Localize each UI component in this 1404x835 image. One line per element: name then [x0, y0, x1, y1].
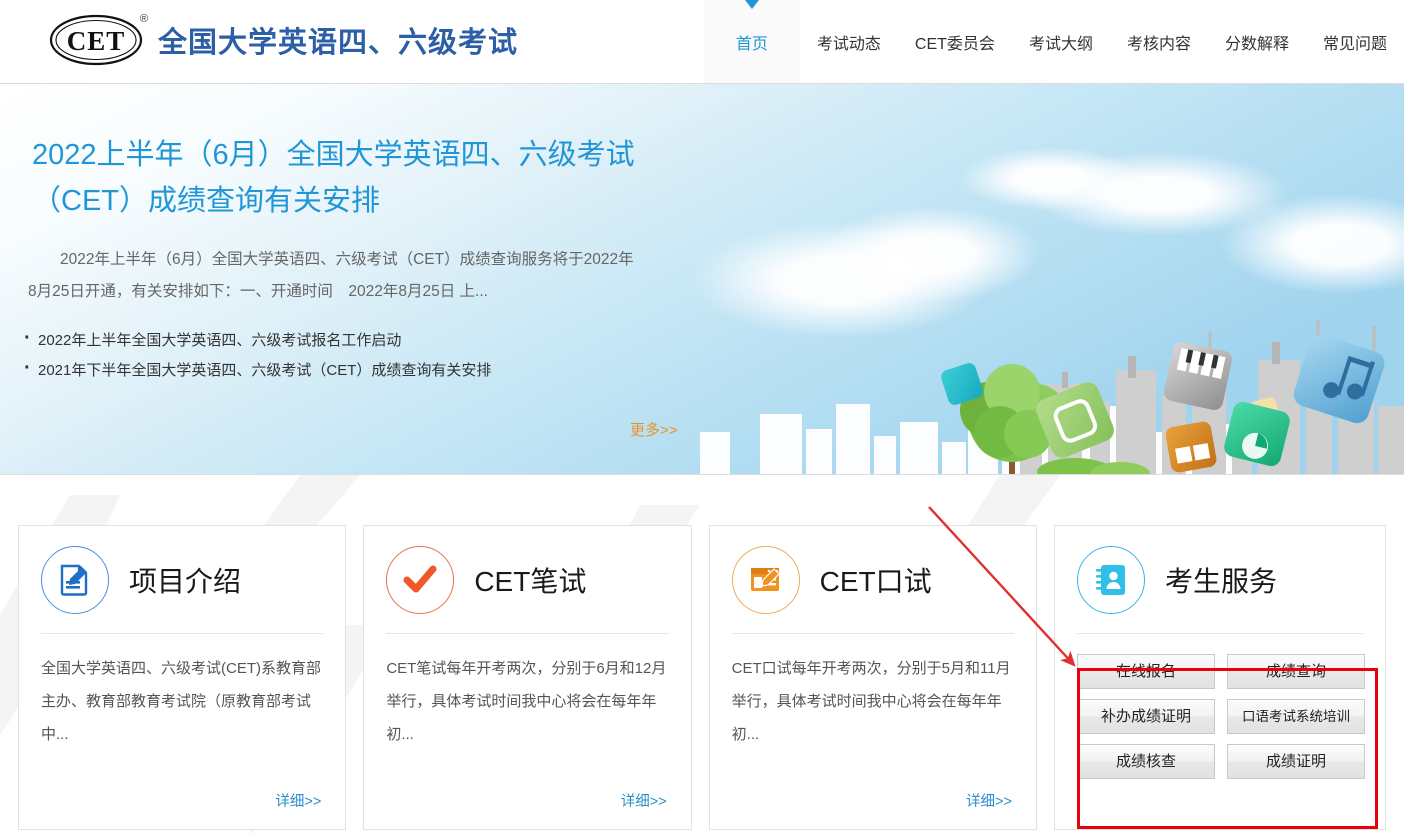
registered-trademark-icon: ® — [140, 13, 148, 25]
card-title: 考生服务 — [1165, 560, 1277, 600]
cet-oval-logo-icon: CET ® — [48, 14, 144, 66]
card-header: 项目介绍 — [41, 526, 323, 634]
nav-item-score-explanation[interactable]: 分数解释 — [1208, 0, 1306, 83]
banner-text-block: 2022上半年（6月）全国大学英语四、六级考试（CET）成绩查询有关安排 202… — [0, 84, 700, 386]
card-header: CET笔试 — [386, 526, 668, 634]
card-detail-link[interactable]: 详细>> — [275, 790, 321, 811]
hero-banner: 2022上半年（6月）全国大学英语四、六级考试（CET）成绩查询有关安排 202… — [0, 83, 1404, 475]
document-pencil-icon — [41, 546, 109, 614]
nav-item-home[interactable]: 首页 — [704, 0, 800, 83]
card-candidate-services[interactable]: 考生服务 在线报名 成绩查询 补办成绩证明 口语考试系统培训 成绩核查 成绩证明 — [1054, 525, 1386, 830]
card-title: 项目介绍 — [129, 560, 241, 600]
floating-cube-gray-piano — [1162, 340, 1233, 411]
service-button-grid: 在线报名 成绩查询 补办成绩证明 口语考试系统培训 成绩核查 成绩证明 — [1077, 654, 1363, 779]
card-detail-link[interactable]: 详细>> — [966, 790, 1012, 811]
card-cet-oral-exam[interactable]: CET口试 CET口试每年开考两次，分别于5月和11月举行，具体考试时间我中心将… — [709, 525, 1037, 830]
nav-item-assessment-content[interactable]: 考核内容 — [1110, 0, 1208, 83]
banner-news-item[interactable]: 2022年上半年全国大学英语四、六级考试报名工作启动 — [22, 326, 700, 356]
card-header: 考生服务 — [1077, 526, 1363, 634]
nav-item-faq[interactable]: 常见问题 — [1306, 0, 1404, 83]
banner-news-item[interactable]: 2021年下半年全国大学英语四、六级考试（CET）成绩查询有关安排 — [22, 356, 700, 386]
site-title: 全国大学英语四、六级考试 — [158, 19, 518, 61]
card-cet-written-exam[interactable]: CET笔试 CET笔试每年开考两次，分别于6月和12月举行，具体考试时间我中心将… — [363, 525, 691, 830]
card-description: CET口试每年开考两次，分别于5月和11月举行，具体考试时间我中心将会在每年年初… — [732, 652, 1014, 751]
card-detail-link[interactable]: 详细>> — [621, 790, 667, 811]
nav-item-label: 常见问题 — [1323, 30, 1387, 54]
page-root: CET ® 全国大学英语四、六级考试 首页 考试动态 CET委员会 考试大纲 考… — [0, 0, 1404, 835]
card-description: 全国大学英语四、六级考试(CET)系教育部主办、教育部教育考试院（原教育部考试中… — [41, 652, 323, 751]
floating-cube-orange — [1164, 420, 1217, 473]
nav-item-label: 首页 — [736, 30, 768, 54]
banner-headline[interactable]: 2022上半年（6月）全国大学英语四、六级考试（CET）成绩查询有关安排 — [32, 132, 672, 224]
card-project-intro[interactable]: 项目介绍 全国大学英语四、六级考试(CET)系教育部主办、教育部教育考试院（原教… — [18, 525, 346, 830]
card-description: CET笔试每年开考两次，分别于6月和12月举行，具体考试时间我中心将会在每年年初… — [386, 652, 668, 751]
site-logo[interactable]: CET ® 全国大学英语四、六级考试 — [48, 14, 518, 66]
nav-item-syllabus[interactable]: 考试大纲 — [1012, 0, 1110, 83]
nav-item-label: 考试动态 — [817, 30, 881, 54]
service-button-reissue-score-certificate[interactable]: 补办成绩证明 — [1077, 699, 1215, 734]
banner-more-link[interactable]: 更多>> — [630, 419, 678, 440]
card-title: CET笔试 — [474, 560, 586, 600]
site-header: CET ® 全国大学英语四、六级考试 首页 考试动态 CET委员会 考试大纲 考… — [0, 0, 1404, 83]
service-button-score-query[interactable]: 成绩查询 — [1227, 654, 1365, 689]
contact-book-icon — [1077, 546, 1145, 614]
service-button-oral-exam-system-training[interactable]: 口语考试系统培训 — [1227, 699, 1365, 734]
nav-item-label: 考核内容 — [1127, 30, 1191, 54]
banner-description: 2022年上半年（6月）全国大学英语四、六级考试（CET）成绩查询服务将于202… — [28, 244, 638, 308]
feature-cards: 项目介绍 全国大学英语四、六级考试(CET)系教育部主办、教育部教育考试院（原教… — [0, 525, 1404, 830]
nav-item-label: 考试大纲 — [1029, 30, 1093, 54]
chevron-down-icon — [745, 0, 759, 9]
check-mark-icon — [386, 546, 454, 614]
service-button-online-registration[interactable]: 在线报名 — [1077, 654, 1215, 689]
nav-item-label: CET委员会 — [915, 30, 995, 54]
nav-item-exam-news[interactable]: 考试动态 — [800, 0, 898, 83]
card-header: CET口试 — [732, 526, 1014, 634]
exam-card-pencil-icon — [732, 546, 800, 614]
nav-item-label: 分数解释 — [1225, 30, 1289, 54]
main-navigation[interactable]: 首页 考试动态 CET委员会 考试大纲 考核内容 分数解释 常见问题 — [704, 0, 1404, 83]
nav-item-cet-committee[interactable]: CET委员会 — [898, 0, 1012, 83]
card-title: CET口试 — [820, 560, 932, 600]
svg-text:CET: CET — [67, 26, 126, 56]
service-button-score-verification[interactable]: 成绩核查 — [1077, 744, 1215, 779]
banner-news-list[interactable]: 2022年上半年全国大学英语四、六级考试报名工作启动 2021年下半年全国大学英… — [22, 326, 700, 386]
service-button-score-certificate[interactable]: 成绩证明 — [1227, 744, 1365, 779]
